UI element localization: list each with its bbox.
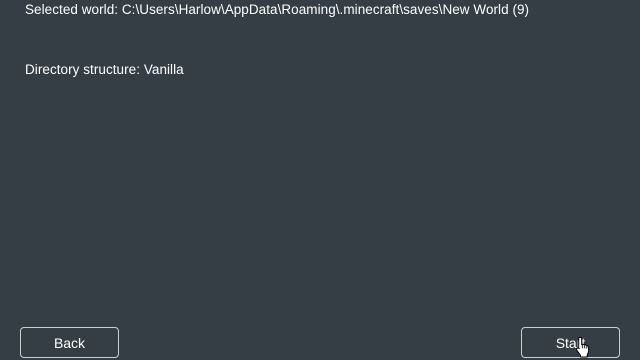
directory-structure-value: Vanilla	[143, 62, 184, 77]
selected-world-label: Selected world:	[25, 2, 119, 17]
selected-world-line: Selected world: C:\Users\Harlow\AppData\…	[25, 2, 529, 18]
directory-structure-line: Directory structure: Vanilla	[25, 62, 184, 78]
directory-structure-label: Directory structure:	[25, 62, 141, 77]
back-button[interactable]: Back	[20, 327, 119, 358]
start-button[interactable]: Start	[521, 327, 620, 358]
selected-world-path: C:\Users\Harlow\AppData\Roaming\.minecra…	[121, 2, 530, 17]
wizard-screen: Selected world: C:\Users\Harlow\AppData\…	[0, 0, 640, 360]
